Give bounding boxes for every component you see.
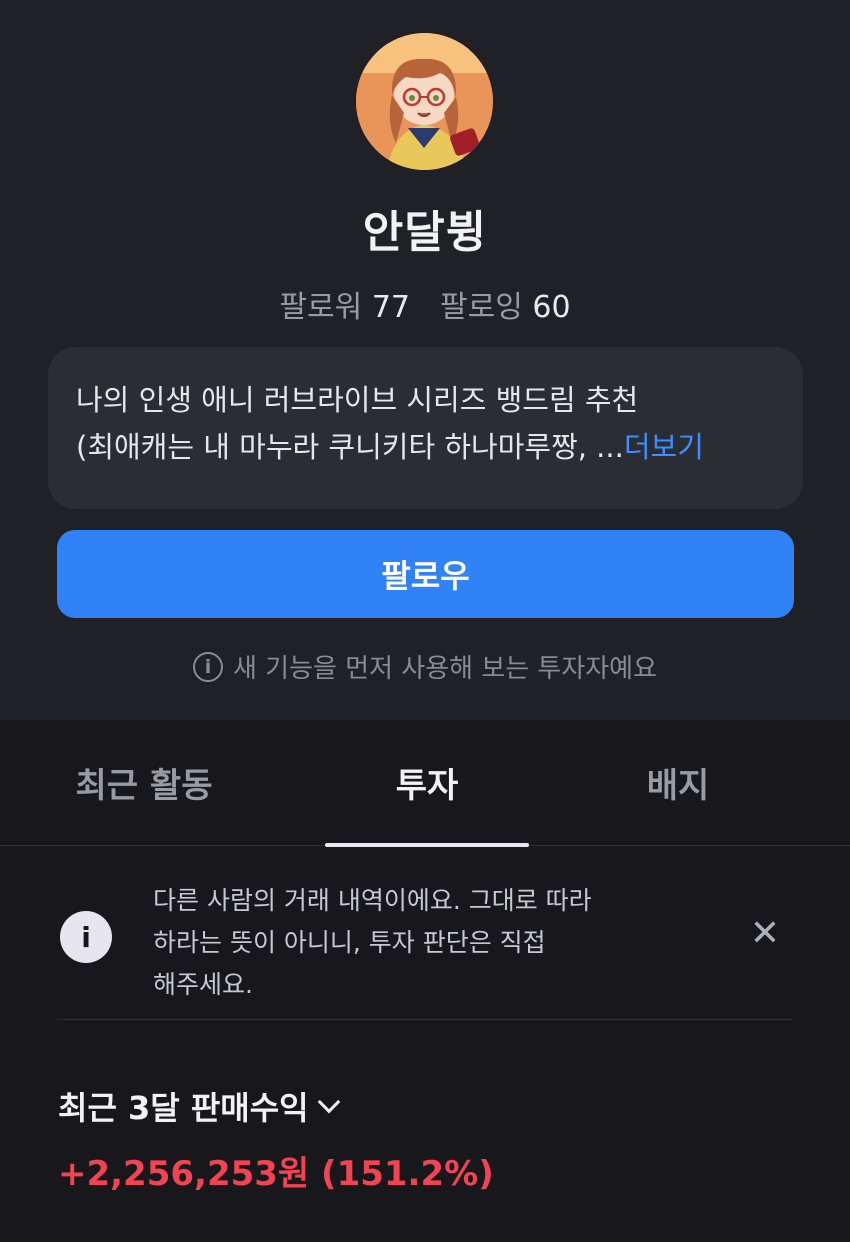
followers-label: 팔로워 [279,290,363,325]
bio-line-1: 나의 인생 애니 러브라이브 시리즈 뱅드림 추천 [76,383,639,417]
bio-card[interactable]: 나의 인생 애니 러브라이브 시리즈 뱅드림 추천 (최애캐는 내 마누라 쿠니… [48,347,803,509]
chevron-down-icon [317,1090,340,1114]
notice-line-3: 해주세요. [153,970,253,999]
notice-line-1: 다른 사람의 거래 내역이에요. 그대로 따라 [153,886,592,915]
profit-title: 최근 3달 판매수익 [58,1089,309,1127]
following-link[interactable]: 팔로잉 60 [440,290,571,325]
tab-recent-activity[interactable]: 최근 활동 [2,758,286,807]
disclaimer-notice: i 다른 사람의 거래 내역이에요. 그대로 따라 하라는 뜻이 아니니, 투자… [57,866,793,1020]
bio-line-2-row: (최애캐는 내 마누라 쿠니키타 하나마루짱, ...더보기 [76,424,777,471]
following-label: 팔로잉 [440,290,523,325]
follow-stats: 팔로워 77 팔로잉 60 [0,282,850,326]
tab-invest[interactable]: 투자 [285,758,569,807]
close-icon[interactable]: ✕ [745,914,785,954]
tab-badges[interactable]: 배지 [536,758,820,807]
beta-note[interactable]: i 새 기능을 먼저 사용해 보는 투자자예요 [0,648,850,685]
bio-more-link[interactable]: 더보기 [624,430,704,464]
profile-header: 안달뷩 팔로워 77 팔로잉 60 나의 인생 애니 러브라이브 시리즈 뱅드림 … [0,0,850,720]
bio-line-2: (최애캐는 내 마누라 쿠니키타 하나마루짱, ... [76,430,624,464]
notice-text: 다른 사람의 거래 내역이에요. 그대로 따라 하라는 뜻이 아니니, 투자 판… [153,880,673,1006]
followers-link[interactable]: 팔로워 77 [279,290,410,325]
active-tab-indicator [325,843,529,847]
profit-value: +2,256,253원 (151.2%) [58,1154,494,1194]
beta-note-text: 새 기능을 먼저 사용해 보는 투자자예요 [232,654,658,684]
info-icon: i [60,911,112,963]
info-icon: i [192,651,223,682]
tab-bar: 최근 활동 투자 배지 [0,720,850,847]
avatar[interactable] [356,33,493,170]
profile-name: 안달뷩 [362,207,488,258]
following-count: 60 [532,290,571,325]
follow-button[interactable]: 팔로우 [57,530,794,618]
profit-period-selector[interactable]: 최근 3달 판매수익 [58,1083,340,1129]
followers-count: 77 [371,290,410,325]
notice-line-2: 하라는 뜻이 아니니, 투자 판단은 직접 [153,928,546,957]
